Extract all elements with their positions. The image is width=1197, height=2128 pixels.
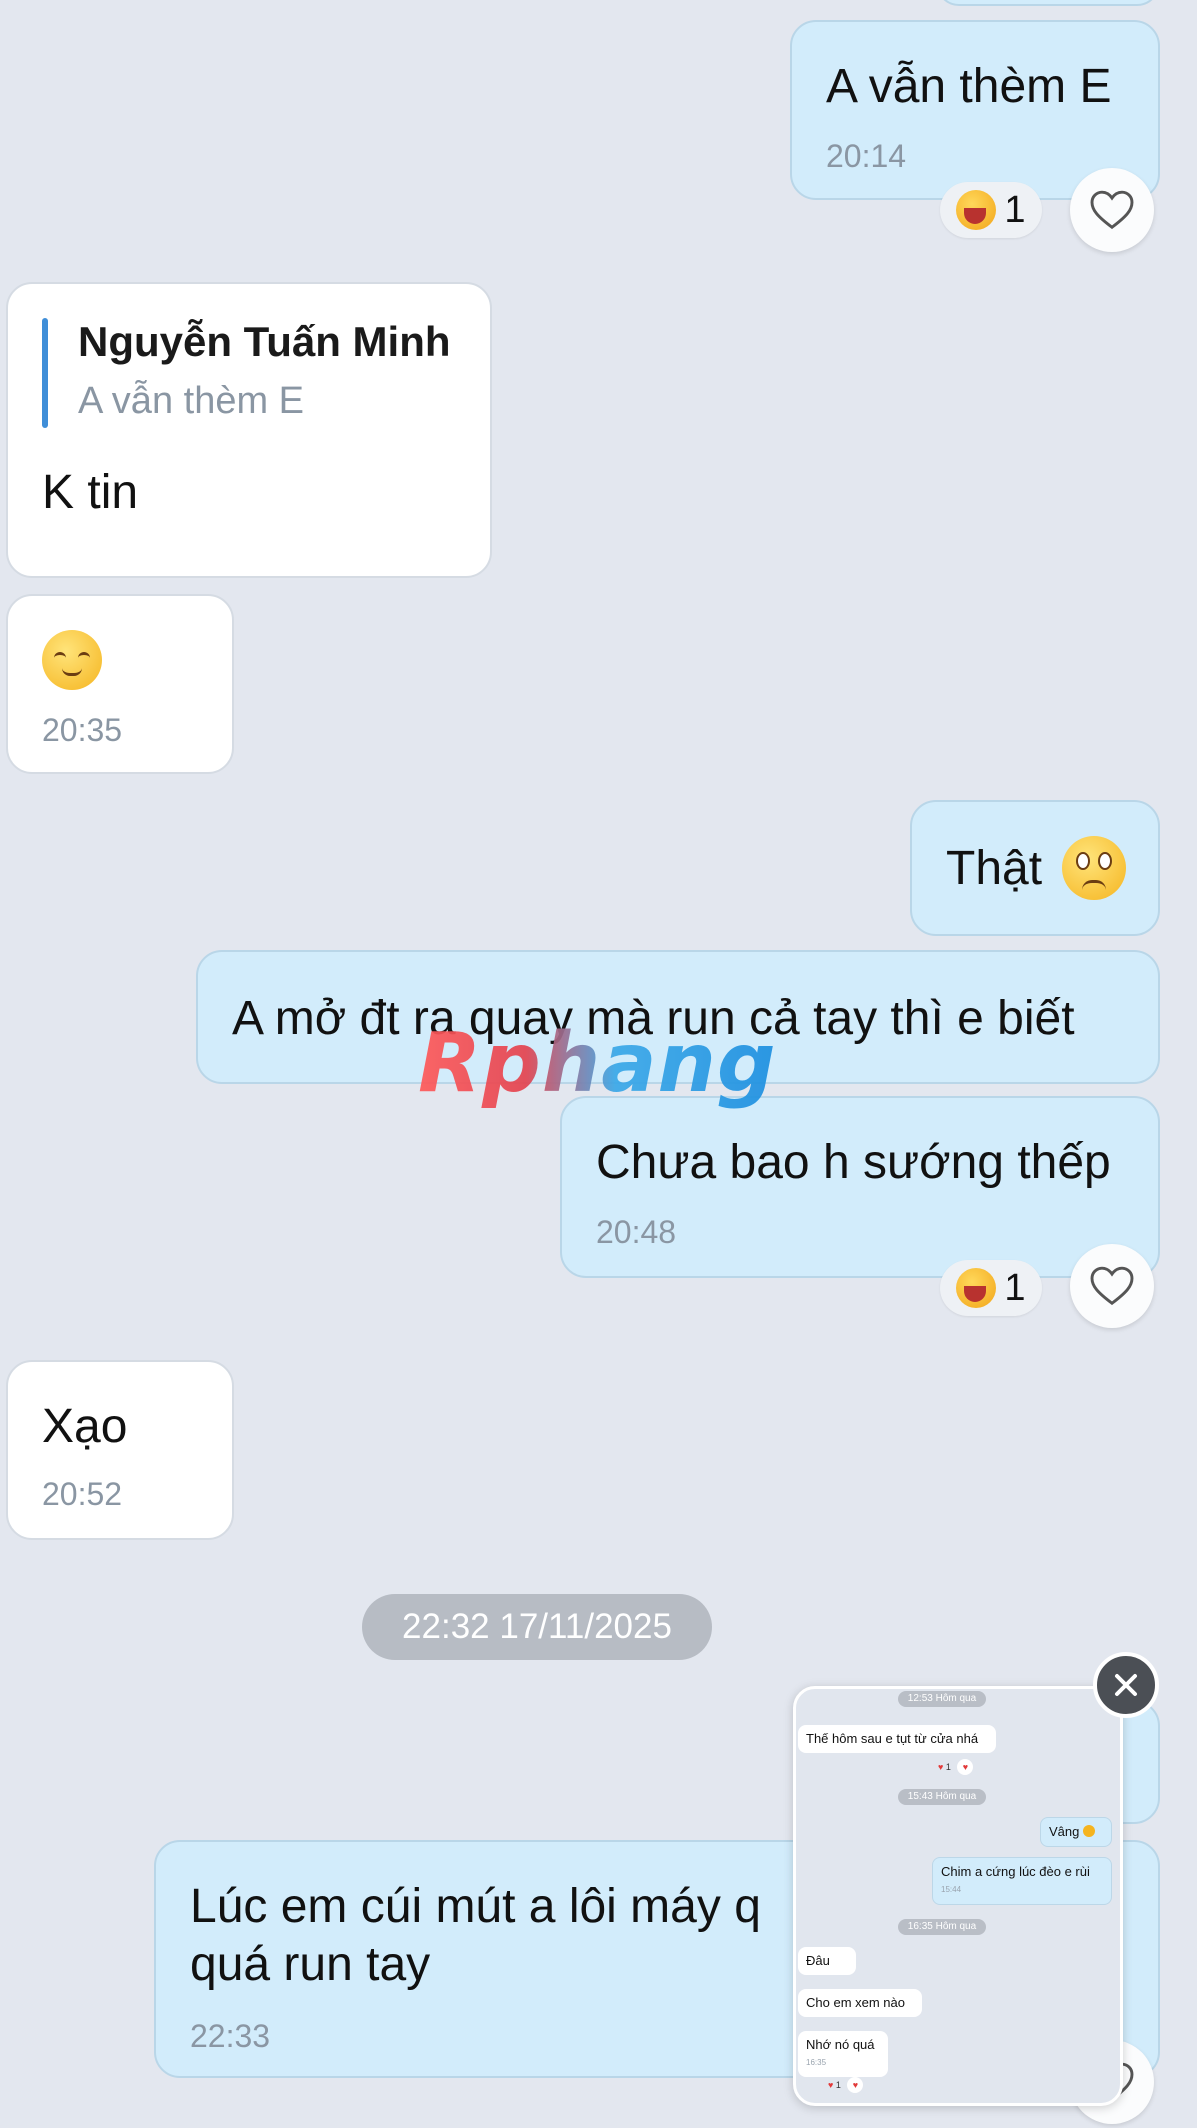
message-bubble-outgoing[interactable]: Thật bbox=[910, 800, 1160, 936]
heart-icon bbox=[1090, 1266, 1134, 1306]
overlay-message: Đâu bbox=[798, 1947, 856, 1975]
reaction-badge[interactable]: 1 bbox=[940, 1260, 1042, 1316]
message-bubble-incoming[interactable]: Nguyễn Tuấn Minh A vẫn thèm E K tin bbox=[6, 282, 492, 578]
message-bubble-incoming[interactable]: Xạo 20:52 bbox=[6, 1360, 234, 1540]
overlay-reaction-count: 1 bbox=[945, 1762, 951, 1772]
like-button[interactable] bbox=[1070, 168, 1154, 252]
reaction-badge[interactable]: 1 bbox=[940, 182, 1042, 238]
overlay-message: Cho em xem nào bbox=[798, 1989, 922, 2017]
message-text: A mở đt ra quay mà run cả tay thì e biết bbox=[232, 992, 1075, 1045]
message-text: K tin bbox=[42, 466, 139, 519]
reaction-count: 1 bbox=[1004, 188, 1026, 231]
partial-bubble-top bbox=[936, 0, 1160, 6]
quote-text[interactable]: A vẫn thèm E bbox=[78, 380, 304, 423]
overlay-reaction: ♥ 1 ♥ bbox=[938, 1759, 974, 1775]
message-text: Thật bbox=[946, 842, 1043, 895]
message-text: A vẫn thèm E bbox=[826, 60, 1112, 113]
message-text: Chưa bao h sướng thếp bbox=[596, 1136, 1111, 1189]
overlay-reaction-count: 1 bbox=[835, 2080, 841, 2090]
heart-icon bbox=[1090, 190, 1134, 230]
close-overlay-button[interactable] bbox=[1093, 1652, 1159, 1718]
overlay-reaction: ♥ 1 ♥ bbox=[828, 2077, 864, 2093]
screenshot-preview-overlay[interactable]: 12:53 Hôm qua Thế hôm sau e tụt từ cửa n… bbox=[793, 1686, 1123, 2106]
overlay-date-pill: 16:35 Hôm qua bbox=[898, 1919, 986, 1935]
frowning-emoji-icon bbox=[1062, 836, 1126, 900]
quote-author[interactable]: Nguyễn Tuấn Minh bbox=[78, 318, 451, 366]
message-text: Xạo bbox=[42, 1400, 128, 1453]
message-time: 20:35 bbox=[42, 712, 123, 748]
overlay-message-text: Chim a cứng lúc đèo e rùi bbox=[941, 1864, 1090, 1879]
overlay-message-time: 16:35 bbox=[806, 2058, 827, 2067]
overlay-message-time: 15:44 bbox=[941, 1885, 962, 1894]
date-separator: 22:32 17/11/2025 bbox=[362, 1594, 712, 1660]
laughing-emoji-icon bbox=[956, 190, 997, 230]
message-bubble-outgoing[interactable]: Chưa bao h sướng thếp 20:48 bbox=[560, 1096, 1160, 1278]
overlay-message: Nhớ nó quá 16:35 bbox=[798, 2031, 888, 2077]
overlay-message-text: Nhớ nó quá bbox=[806, 2037, 875, 2052]
laughing-emoji-icon bbox=[956, 1268, 997, 1308]
message-bubble-incoming[interactable]: 20:35 bbox=[6, 594, 234, 774]
smiley-icon bbox=[1083, 1825, 1095, 1837]
message-time: 20:48 bbox=[596, 1214, 677, 1250]
overlay-date-pill: 12:53 Hôm qua bbox=[898, 1691, 986, 1707]
close-icon bbox=[1115, 1674, 1137, 1696]
message-bubble-outgoing[interactable]: A mở đt ra quay mà run cả tay thì e biết bbox=[196, 950, 1160, 1084]
message-time: 20:14 bbox=[826, 138, 907, 174]
message-text: Lúc em cúi mút a lôi máy q quá run tay bbox=[190, 1880, 761, 1991]
message-time: 20:52 bbox=[42, 1476, 123, 1512]
quote-bar bbox=[42, 318, 48, 428]
overlay-message: Vâng bbox=[1040, 1817, 1112, 1847]
like-button[interactable] bbox=[1070, 1244, 1154, 1328]
overlay-date-pill: 15:43 Hôm qua bbox=[898, 1789, 986, 1805]
relieved-emoji-icon bbox=[42, 630, 102, 690]
overlay-message: Thế hôm sau e tụt từ cửa nhá bbox=[798, 1725, 996, 1753]
message-time: 22:33 bbox=[190, 2018, 271, 2054]
reaction-count: 1 bbox=[1004, 1266, 1026, 1309]
overlay-message: Chim a cứng lúc đèo e rùi 15:44 bbox=[932, 1857, 1112, 1905]
overlay-message-text: Vâng bbox=[1049, 1824, 1080, 1839]
